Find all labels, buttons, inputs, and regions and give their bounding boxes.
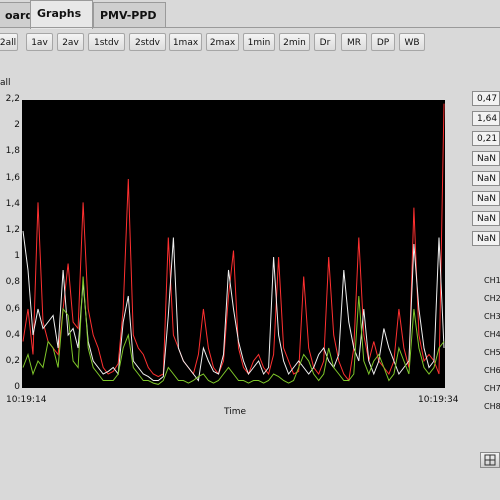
y-tick-label: 2 — [14, 120, 20, 130]
tab-dashboard[interactable]: oard — [0, 2, 33, 27]
tab-bar-divider — [0, 27, 500, 28]
y-tick-label: 0 — [14, 382, 20, 392]
y-tick-label: 0,4 — [5, 330, 20, 340]
btn-1stdv[interactable]: 1stdv — [88, 33, 125, 51]
x-axis-label: Time — [224, 407, 247, 417]
channel-label: CH2 — [484, 294, 500, 303]
y-tick-label: 1,6 — [5, 173, 20, 183]
value-readout-ch6: NaN — [472, 191, 500, 206]
channel-label: CH8 — [484, 402, 500, 411]
x-tick-end: 10:19:34 — [418, 395, 459, 405]
y-tick-label: 1,8 — [5, 146, 20, 156]
x-tick-start: 10:19:14 — [6, 395, 47, 405]
channel-label: CH1 — [484, 276, 500, 285]
channel-label: CH3 — [484, 312, 500, 321]
graph-view-button[interactable] — [480, 452, 500, 468]
plot-area[interactable] — [22, 100, 445, 388]
y-tick-label: 0,6 — [5, 304, 20, 314]
y-tick-label: 0,8 — [5, 277, 20, 287]
value-readout-ch2: 1,64 — [472, 111, 500, 126]
value-readout-ch4: NaN — [472, 151, 500, 166]
value-readout-ch5: NaN — [472, 171, 500, 186]
tab-pmv-ppd[interactable]: PMV-PPD — [93, 2, 166, 27]
value-readout-ch1: 0,47 — [472, 91, 500, 106]
channel-label: CH4 — [484, 330, 500, 339]
y-tick-label: 0,2 — [5, 356, 20, 366]
value-readout-ch8: NaN — [472, 231, 500, 246]
top-tab-bar: oard Graphs PMV-PPD — [0, 0, 500, 29]
y-tick-label: 1,2 — [5, 225, 20, 235]
y-tick-label: 1 — [14, 251, 20, 261]
channel-label: CH6 — [484, 366, 500, 375]
btn-2min[interactable]: 2min — [279, 33, 310, 51]
y-axis-label-fragment: all — [0, 78, 11, 88]
y-tick-label: 2,2 — [5, 94, 20, 104]
grid-view-icon — [484, 454, 496, 466]
line-chart — [22, 103, 445, 385]
series-line-1 — [22, 103, 445, 382]
y-tick-label: 1,4 — [5, 199, 20, 209]
tab-graphs[interactable]: Graphs — [30, 0, 93, 29]
value-readout-ch7: NaN — [472, 211, 500, 226]
channel-label: CH7 — [484, 384, 500, 393]
btn-1av[interactable]: 1av — [26, 33, 53, 51]
value-readout-ch3: 0,21 — [472, 131, 500, 146]
btn-2av[interactable]: 2av — [57, 33, 84, 51]
btn-2max[interactable]: 2max — [206, 33, 239, 51]
btn-dp[interactable]: DP — [371, 33, 395, 51]
btn-1max[interactable]: 1max — [169, 33, 202, 51]
btn-1min[interactable]: 1min — [243, 33, 275, 51]
btn-mr[interactable]: MR — [341, 33, 367, 51]
btn-2all[interactable]: 2all — [0, 33, 18, 51]
series-line-3 — [22, 276, 445, 385]
btn-dr[interactable]: Dr — [314, 33, 336, 51]
btn-2stdv[interactable]: 2stdv — [129, 33, 166, 51]
btn-wb[interactable]: WB — [399, 33, 425, 51]
channel-label: CH5 — [484, 348, 500, 357]
